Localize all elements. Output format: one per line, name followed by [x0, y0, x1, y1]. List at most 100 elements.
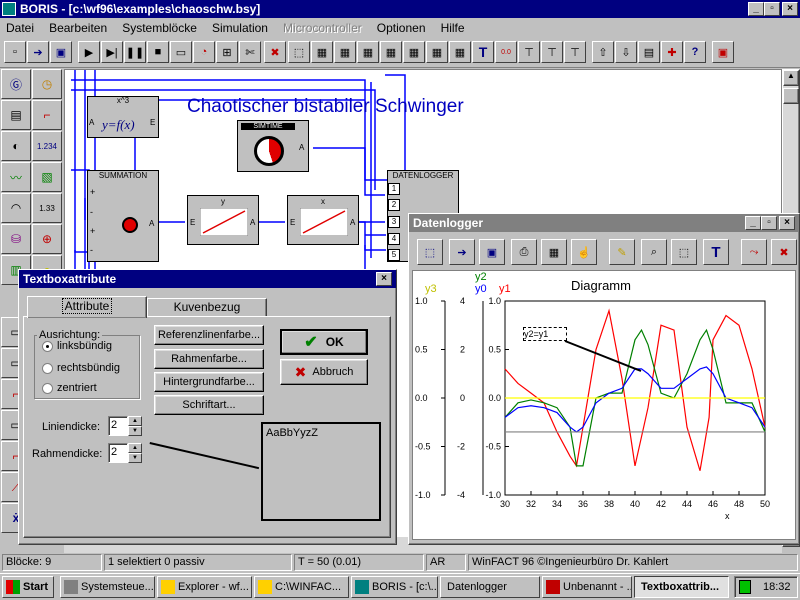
palette-database-icon[interactable]: ⛁ — [1, 224, 31, 254]
line-width-spin-up[interactable]: ▲ — [128, 416, 142, 426]
dl-cursor-icon[interactable]: ☝ — [571, 239, 597, 265]
dl-frame-icon[interactable]: ⬚ — [671, 239, 697, 265]
scroll-thumb[interactable] — [783, 88, 799, 104]
tree-icon-2[interactable]: ⊤ — [541, 41, 563, 63]
step-icon[interactable]: ▶| — [101, 41, 123, 63]
dl-curve-icon[interactable]: ⤳ — [741, 239, 767, 265]
task-unbenannt[interactable]: Unbenannt - ... — [542, 576, 632, 598]
annotation-box[interactable]: y2=y1 — [523, 327, 567, 341]
radio-linksbuendig[interactable] — [42, 341, 53, 352]
run-icon[interactable]: ▶ — [78, 41, 100, 63]
medical-icon[interactable]: ✚ — [661, 41, 683, 63]
ok-button[interactable]: ✔ OK — [280, 329, 368, 355]
dl-text-icon[interactable]: T — [703, 239, 729, 265]
line-width-input[interactable]: 2 — [108, 416, 128, 436]
close-button[interactable]: × — [782, 2, 798, 16]
frame-width-spin-up[interactable]: ▲ — [128, 443, 142, 453]
frame-color-button[interactable]: Rahmenfarbe... — [154, 349, 264, 369]
properties-icon[interactable]: ▤ — [638, 41, 660, 63]
font-button[interactable]: Schriftart... — [154, 395, 264, 415]
palette-gauge-icon[interactable]: ◐ — [1, 131, 31, 161]
dl-search-icon[interactable]: ⌕ — [641, 239, 667, 265]
delete-icon[interactable]: ✖ — [264, 41, 286, 63]
open-icon[interactable]: ➔ — [27, 41, 49, 63]
datalogger-window[interactable]: Datenlogger _ ▫ × ⬚ ➔ ▣ ⎙ ▦ ☝ ✎ ⌕ ⬚ T ⤳ … — [408, 213, 800, 545]
grid-icon-3[interactable]: ▦ — [357, 41, 379, 63]
summation-block[interactable]: SUMMATION + - + - A — [87, 170, 159, 262]
grid-icon-1[interactable]: ▦ — [311, 41, 333, 63]
integrator-x-block[interactable]: x E A — [287, 195, 359, 245]
reference-line-color-button[interactable]: Referenzlinenfarbe... — [154, 325, 264, 345]
task-datenlogger[interactable]: Datenlogger — [440, 576, 540, 598]
grid-icon-2[interactable]: ▦ — [334, 41, 356, 63]
tab-kurvenbezug[interactable]: Kuvenbezug — [147, 298, 267, 318]
menu-hilfe[interactable]: Hilfe — [435, 18, 471, 38]
dl-delete-icon[interactable]: ✖ — [771, 239, 797, 265]
dl-open-icon[interactable]: ➔ — [449, 239, 475, 265]
grid-icon-4[interactable]: ▦ — [380, 41, 402, 63]
radio-zentriert[interactable] — [42, 383, 53, 394]
task-textboxattribute[interactable]: Textboxattrib... — [634, 576, 729, 598]
frame-width-spin-down[interactable]: ▼ — [128, 453, 142, 463]
grid-icon-5[interactable]: ▦ — [403, 41, 425, 63]
textbox-attributes-dialog[interactable]: Textboxattribute × Attribute Kuvenbezug … — [18, 269, 397, 545]
palette-display-icon[interactable]: 1.33 — [32, 193, 62, 223]
numeric-display-icon[interactable]: 0.0 — [495, 41, 517, 63]
select-icon[interactable]: ⬚ — [288, 41, 310, 63]
menu-systembloecke[interactable]: Systemblöcke — [116, 18, 203, 38]
tree-icon-3[interactable]: ⊤ — [564, 41, 586, 63]
palette-plot-icon[interactable]: 〰 — [1, 162, 31, 192]
task-boris[interactable]: BORIS - [c:\... — [351, 576, 438, 598]
dl-marker-icon[interactable]: ✎ — [609, 239, 635, 265]
background-color-button[interactable]: Hintergrundfarbe... — [154, 372, 264, 392]
stop-icon[interactable]: ■ — [147, 41, 169, 63]
cut-icon[interactable]: ✄ — [239, 41, 261, 63]
dialog-close-button[interactable]: × — [376, 272, 392, 286]
datalogger-close-button[interactable]: × — [779, 216, 795, 230]
palette-meter-icon[interactable]: ◠ — [1, 193, 31, 223]
menu-datei[interactable]: Datei — [0, 18, 40, 38]
frame-width-input[interactable]: 2 — [108, 443, 128, 463]
palette-target-icon[interactable]: ⊕ — [32, 224, 62, 254]
scroll-up-icon[interactable]: ▲ — [783, 70, 799, 86]
line-width-spin-down[interactable]: ▼ — [128, 426, 142, 436]
datalogger-maximize-button[interactable]: ▫ — [761, 216, 777, 230]
tree-icon-1[interactable]: ⊤ — [518, 41, 540, 63]
menu-optionen[interactable]: Optionen — [371, 18, 432, 38]
task-systemsteuerung[interactable]: Systemsteue... — [60, 576, 155, 598]
save-icon[interactable]: ▣ — [50, 41, 72, 63]
palette-source-icon[interactable]: Ⓖ — [1, 69, 31, 99]
grid-icon-7[interactable]: ▦ — [449, 41, 471, 63]
menu-simulation[interactable]: Simulation — [206, 18, 274, 38]
help-icon[interactable]: ? — [684, 41, 706, 63]
grid-icon-6[interactable]: ▦ — [426, 41, 448, 63]
palette-numeric-icon[interactable]: 1.234 — [32, 131, 62, 161]
dl-save-icon[interactable]: ▣ — [479, 239, 505, 265]
task-explorer[interactable]: Explorer - wf... — [157, 576, 252, 598]
datalogger-minimize-button[interactable]: _ — [745, 216, 761, 230]
palette-scope-icon[interactable]: ▧ — [32, 162, 62, 192]
simtime-block[interactable]: SIMTIME A — [237, 120, 309, 172]
timer-icon[interactable]: ◔ — [193, 41, 215, 63]
tab-attribute[interactable]: Attribute — [27, 296, 147, 318]
power-block[interactable]: x^3 y=f(x) A E — [87, 96, 159, 138]
minimize-button[interactable]: _ — [748, 2, 764, 16]
settings-icon[interactable]: ⊞ — [216, 41, 238, 63]
menu-bearbeiten[interactable]: Bearbeiten — [43, 18, 113, 38]
palette-step-icon[interactable]: ⌐ — [32, 100, 62, 130]
chart-area[interactable]: y3 y2 y0 y1 Diagramm 1.0 4 1.0 0.5 2 0.5 0.0 0 0… — [412, 270, 796, 540]
dl-zoom-fit-icon[interactable]: ⬚ — [417, 239, 443, 265]
palette-memory-icon[interactable]: ▤ — [1, 100, 31, 130]
task-winfact[interactable]: C:\WINFAC... — [254, 576, 349, 598]
arrow-down-icon[interactable]: ⇩ — [615, 41, 637, 63]
exit-icon[interactable]: ▣ — [712, 41, 734, 63]
new-file-icon[interactable]: ▫ — [4, 41, 26, 63]
start-button[interactable]: Start — [2, 576, 54, 598]
maximize-button[interactable]: ▫ — [764, 2, 780, 16]
reset-icon[interactable]: ▭ — [170, 41, 192, 63]
text-icon[interactable]: T — [472, 41, 494, 63]
pause-icon[interactable]: ❚❚ — [124, 41, 146, 63]
dl-print-icon[interactable]: ⎙ — [511, 239, 537, 265]
arrow-up-icon[interactable]: ⇧ — [592, 41, 614, 63]
palette-clock-icon[interactable]: ◷ — [32, 69, 62, 99]
